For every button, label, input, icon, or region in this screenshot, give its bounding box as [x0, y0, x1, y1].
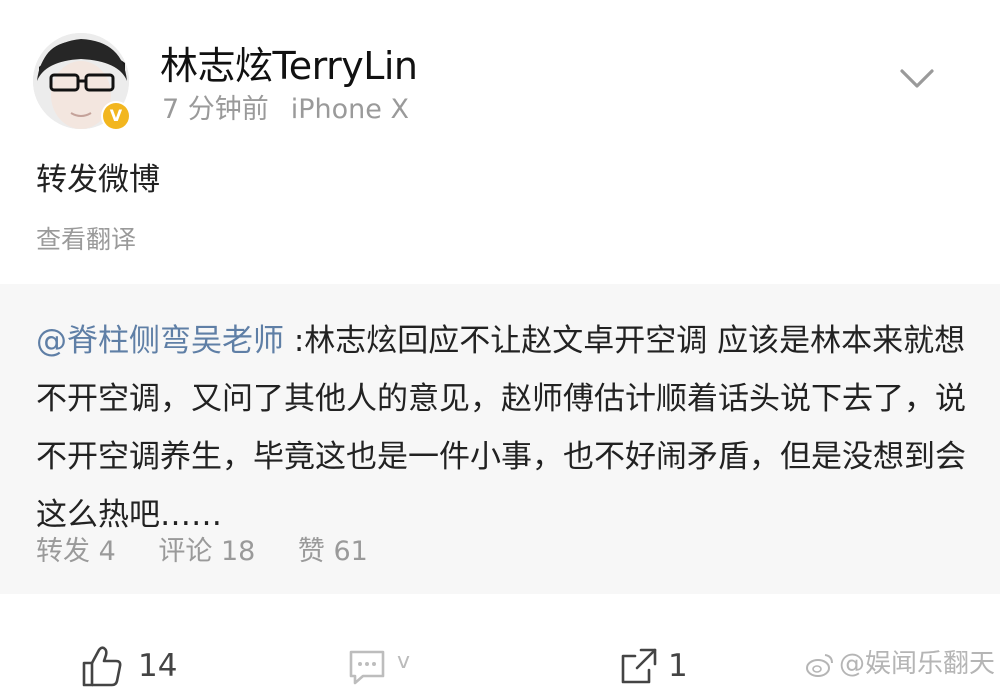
like-count: 14: [138, 648, 178, 684]
weibo-logo-icon: [806, 654, 833, 677]
post-device: iPhone X: [290, 94, 409, 125]
comment-count: v: [397, 649, 411, 674]
repost-stat-likes[interactable]: 赞 61: [298, 536, 368, 567]
action-bar: 14 v 1 @娱闻乐翻天: [0, 620, 1000, 691]
watermark: @娱闻乐翻天: [805, 644, 995, 684]
chevron-down-icon[interactable]: [893, 64, 941, 94]
translate-link[interactable]: 查看翻译: [36, 222, 136, 258]
comment-icon[interactable]: [345, 644, 389, 688]
verified-badge: V: [101, 101, 131, 131]
repost-stats: 转发 4 评论 18 赞 61: [36, 532, 402, 572]
repost-icon[interactable]: [617, 644, 661, 688]
watermark-text: @娱闻乐翻天: [839, 649, 996, 679]
verified-badge-icon: V: [103, 103, 129, 129]
repost-text: @脊柱侧弯吴老师 :林志炫回应不让赵文卓开空调 应该是林本来就想不开空调，又问了…: [36, 312, 976, 544]
like-icon[interactable]: [80, 644, 124, 688]
repost-card[interactable]: @脊柱侧弯吴老师 :林志炫回应不让赵文卓开空调 应该是林本来就想不开空调，又问了…: [0, 284, 1000, 594]
post-text: 转发微博: [36, 162, 160, 198]
repost-stat-comments[interactable]: 评论 18: [158, 536, 255, 567]
post-header: V 林志炫TerryLin 7 分钟前 iPhone X: [0, 0, 1000, 140]
post-time: 7 分钟前: [162, 94, 269, 125]
post-meta: 7 分钟前 iPhone X: [162, 92, 409, 128]
username[interactable]: 林志炫TerryLin: [160, 42, 418, 90]
repost-count: 1: [668, 648, 688, 684]
mention-link[interactable]: @脊柱侧弯吴老师: [36, 323, 284, 359]
repost-stat-reposts[interactable]: 转发 4: [36, 536, 116, 567]
